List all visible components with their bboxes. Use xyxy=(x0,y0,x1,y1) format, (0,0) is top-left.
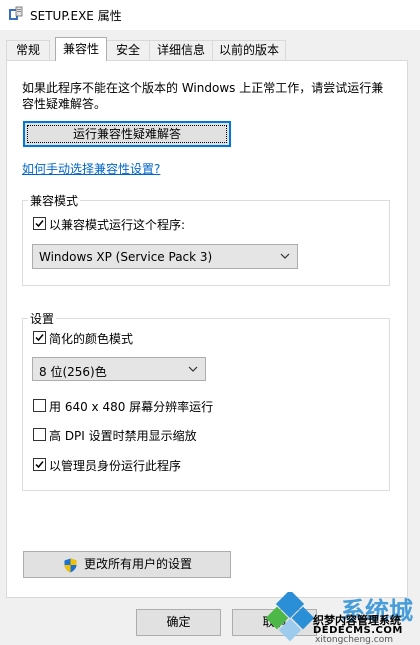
setup-program-icon xyxy=(8,6,24,22)
ok-button[interactable]: 确定 xyxy=(136,609,221,636)
manual-compat-settings-link[interactable]: 如何手动选择兼容性设置? xyxy=(22,160,160,177)
disable-dpi-scaling-checkbox[interactable]: 高 DPI 设置时禁用显示缩放 xyxy=(33,427,233,443)
tab-details[interactable]: 详细信息 xyxy=(149,40,213,61)
run-in-640x480-label: 用 640 x 480 屏幕分辨率运行 xyxy=(49,400,214,414)
checkbox-box xyxy=(33,399,46,412)
chevron-down-icon xyxy=(280,253,290,259)
tab-previous-versions[interactable]: 以前的版本 xyxy=(212,40,286,61)
chevron-down-icon xyxy=(188,366,198,372)
settings-group-title: 设置 xyxy=(28,310,57,327)
color-depth-select[interactable]: 8 位(256)色 xyxy=(32,357,206,381)
uac-shield-icon xyxy=(64,558,77,573)
checkbox-box xyxy=(33,217,46,230)
change-all-users-button[interactable]: 更改所有用户的设置 xyxy=(23,551,231,578)
tab-compatibility[interactable]: 兼容性 xyxy=(55,37,107,61)
checkbox-box xyxy=(33,428,46,441)
checkbox-box xyxy=(33,458,46,471)
compat-mode-group xyxy=(22,200,390,286)
ok-label: 确定 xyxy=(166,615,191,629)
change-all-users-label: 更改所有用户的设置 xyxy=(83,557,192,571)
os-version-value: Windows XP (Service Pack 3) xyxy=(39,250,213,264)
run-troubleshooter-button[interactable]: 运行兼容性疑难解答 xyxy=(23,121,231,147)
tab-strip: 常规 兼容性 安全 详细信息 以前的版本 xyxy=(6,37,416,61)
tab-security[interactable]: 安全 xyxy=(106,40,150,61)
run-in-compat-mode-label: 以兼容模式运行这个程序: xyxy=(49,218,186,232)
color-depth-value: 8 位(256)色 xyxy=(39,365,107,379)
run-as-admin-checkbox[interactable]: 以管理员身份运行此程序 xyxy=(33,457,233,473)
os-version-select[interactable]: Windows XP (Service Pack 3) xyxy=(32,244,298,269)
checkbox-box xyxy=(33,331,46,344)
watermark-logo-icon xyxy=(265,592,315,642)
tab-general[interactable]: 常规 xyxy=(6,40,50,61)
disable-dpi-scaling-label: 高 DPI 设置时禁用显示缩放 xyxy=(49,429,197,443)
title-bar[interactable]: SETUP.EXE 属性 xyxy=(0,0,420,30)
compat-description: 如果此程序不能在这个版本的 Windows 上正常工作，请尝试运行兼容性疑难解答… xyxy=(22,81,384,111)
watermark-sub-url: xitongcheng.com xyxy=(315,635,393,645)
window-title: SETUP.EXE 属性 xyxy=(30,9,122,23)
site-watermark: 系统城 织梦内容管理系统 DEDECMS.COM xitongcheng.com xyxy=(263,590,420,645)
reduced-color-mode-checkbox[interactable]: 简化的颜色模式 xyxy=(33,330,193,346)
reduced-color-mode-label: 简化的颜色模式 xyxy=(49,332,134,346)
compat-mode-group-title: 兼容模式 xyxy=(28,192,81,209)
run-in-640x480-checkbox[interactable]: 用 640 x 480 屏幕分辨率运行 xyxy=(33,398,233,414)
run-troubleshooter-label: 运行兼容性疑难解答 xyxy=(72,127,181,141)
run-in-compat-mode-checkbox[interactable]: 以兼容模式运行这个程序: xyxy=(33,216,233,232)
run-as-admin-label: 以管理员身份运行此程序 xyxy=(49,459,182,473)
